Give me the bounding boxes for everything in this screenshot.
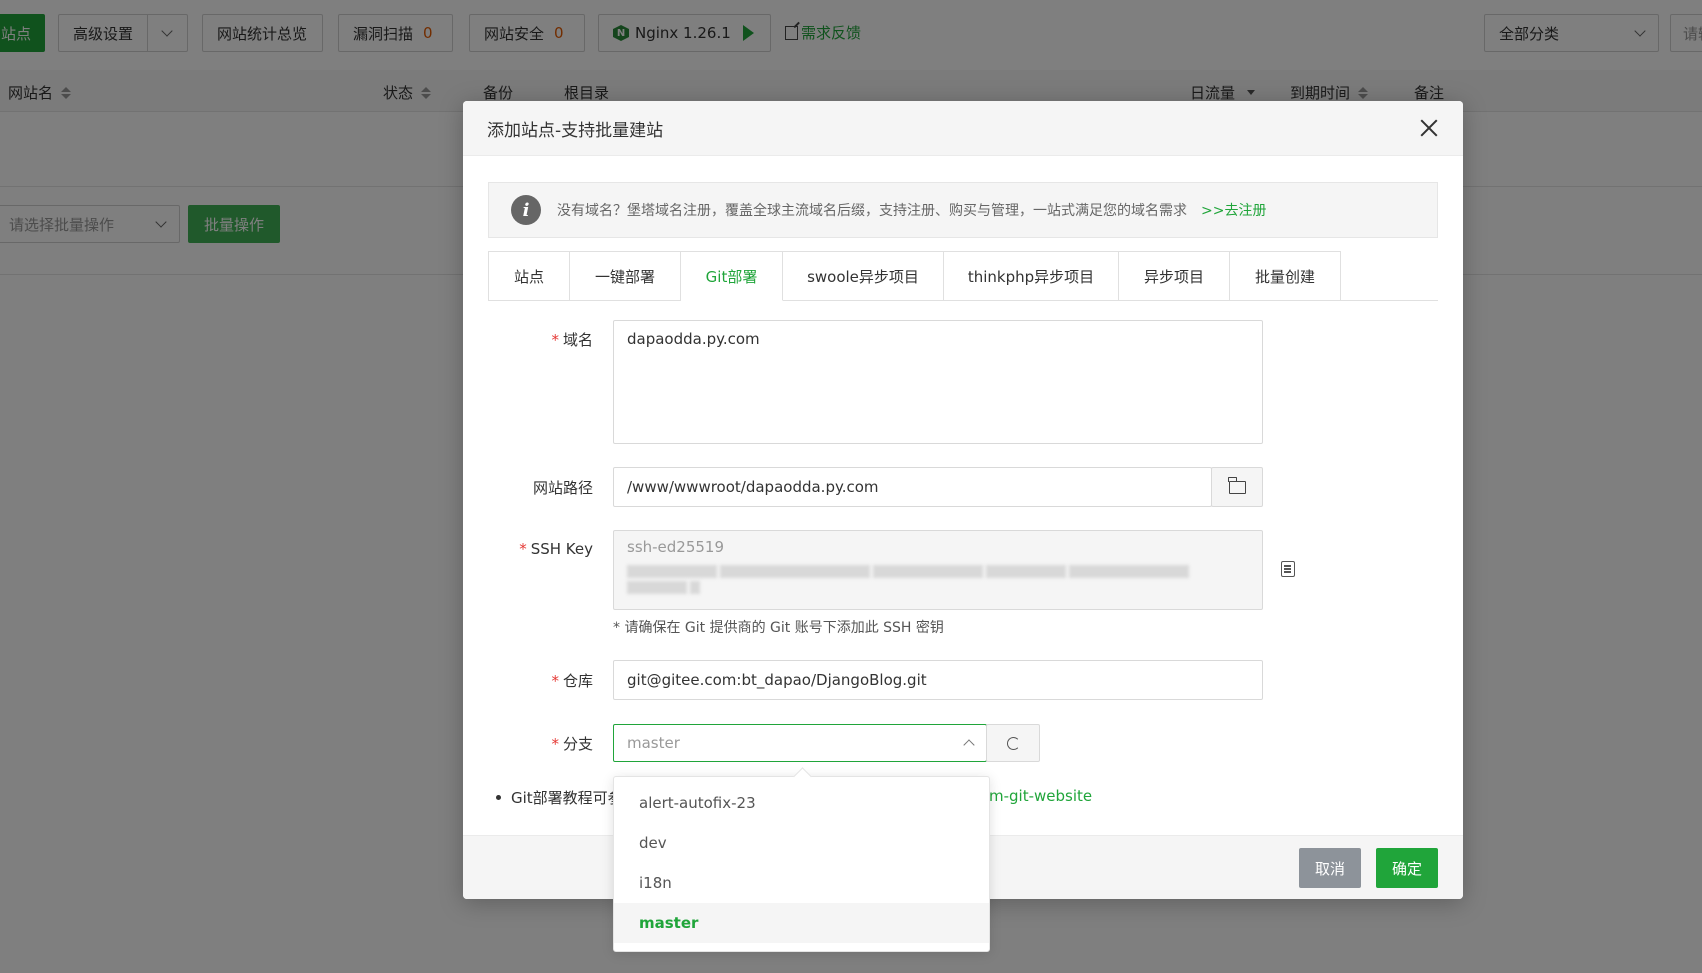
choose-folder-button[interactable]: [1211, 467, 1263, 507]
path-label: 网站路径: [532, 479, 593, 497]
branch-label: * 分支: [551, 735, 593, 753]
register-domain-link[interactable]: >>去注册: [1201, 200, 1266, 220]
tab-swoole[interactable]: swoole异步项目: [783, 251, 944, 301]
ssh-key-box: ssh-ed25519: [613, 530, 1263, 610]
deploy-tabs: 站点 一键部署 Git部署 swoole异步项目 thinkphp异步项目 异步…: [488, 251, 1438, 301]
repo-input[interactable]: git@gitee.com:bt_dapao/DjangoBlog.git: [613, 660, 1263, 700]
tab-git-deploy[interactable]: Git部署: [681, 251, 783, 301]
ssh-key-label: * SSH Key: [519, 540, 593, 558]
folder-icon: [1228, 476, 1246, 494]
branch-option[interactable]: alert-autofix-23: [614, 783, 989, 823]
tab-site[interactable]: 站点: [488, 251, 570, 301]
tab-async-project[interactable]: 异步项目: [1119, 251, 1230, 301]
branch-select[interactable]: master: [613, 724, 987, 762]
ssh-key-tip: * 请确保在 Git 提供商的 Git 账号下添加此 SSH 密钥: [613, 620, 944, 636]
chevron-up-icon: [963, 739, 975, 751]
domain-notice: i 没有域名？堡塔域名注册，覆盖全球主流域名后缀，支持注册、购买与管理，一站式满…: [488, 182, 1438, 238]
branch-option[interactable]: i18n: [614, 863, 989, 903]
ssh-key-blurred: [627, 565, 1249, 594]
tab-batch-create[interactable]: 批量创建: [1230, 251, 1341, 301]
site-path-input[interactable]: /www/wwwroot/dapaodda.py.com: [613, 467, 1212, 507]
branch-option-selected[interactable]: master: [614, 903, 989, 943]
modal-header: 添加站点-支持批量建站: [463, 101, 1463, 156]
copy-icon[interactable]: [1281, 561, 1295, 577]
git-tutorial-note: Git部署教程可参: [496, 787, 623, 808]
info-icon: i: [511, 195, 541, 225]
tab-one-click-deploy[interactable]: 一键部署: [570, 251, 681, 301]
ssh-key-type: ssh-ed25519: [627, 538, 725, 556]
confirm-button[interactable]: 确定: [1376, 848, 1438, 888]
domain-label: * 域名: [551, 331, 593, 349]
domain-textarea[interactable]: [613, 320, 1263, 444]
repo-label: * 仓库: [551, 672, 593, 690]
branch-option[interactable]: dev: [614, 823, 989, 863]
close-icon[interactable]: [1419, 118, 1439, 138]
modal-title: 添加站点-支持批量建站: [487, 120, 664, 141]
branch-dropdown: alert-autofix-23 dev i18n master: [613, 776, 990, 952]
cancel-button[interactable]: 取消: [1299, 848, 1361, 888]
notice-text: 没有域名？堡塔域名注册，覆盖全球主流域名后缀，支持注册、购买与管理，一站式满足您…: [557, 203, 1187, 219]
refresh-icon: [1006, 736, 1020, 750]
refresh-branches-button[interactable]: [986, 724, 1040, 762]
tab-thinkphp[interactable]: thinkphp异步项目: [944, 251, 1119, 301]
git-tutorial-link-text[interactable]: m-git-website: [989, 787, 1092, 805]
